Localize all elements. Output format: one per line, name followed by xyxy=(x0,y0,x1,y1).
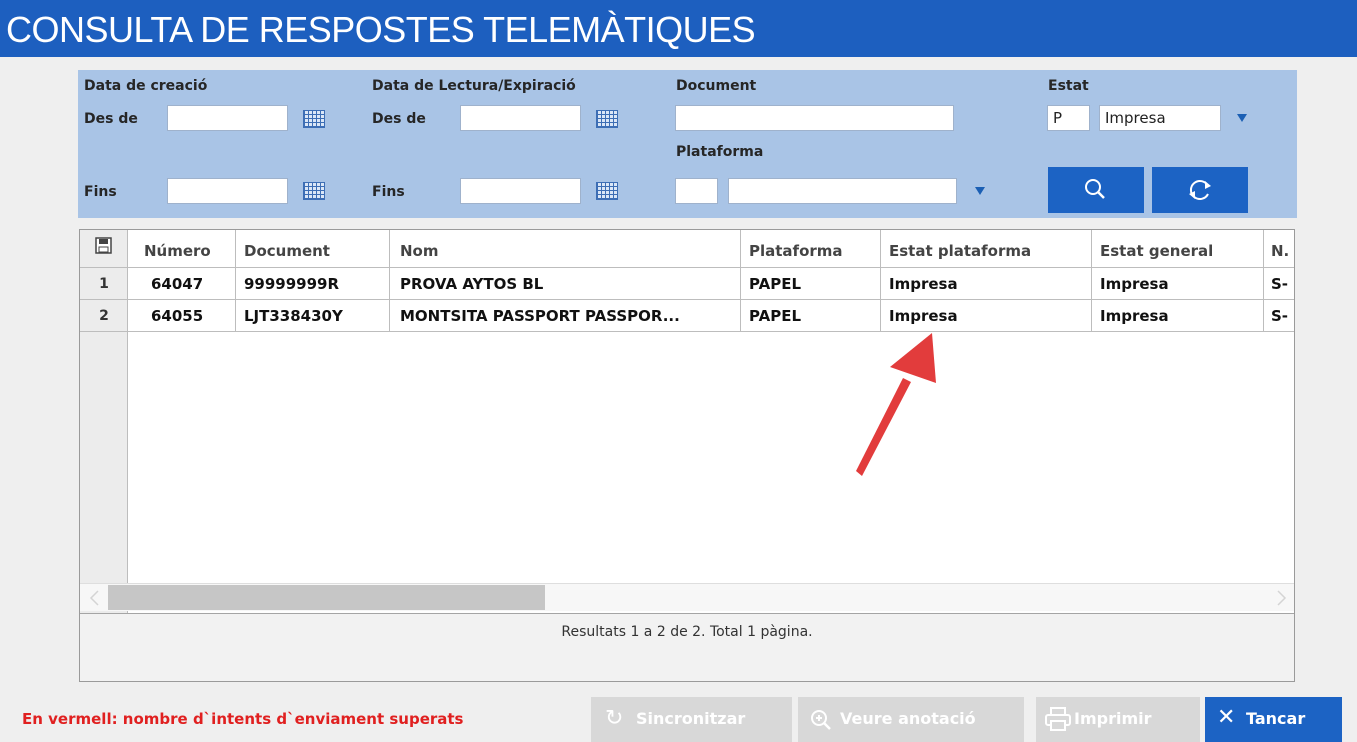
search-button[interactable] xyxy=(1048,167,1144,213)
read-date-label: Data de Lectura/Expiració xyxy=(372,78,576,94)
document-input[interactable] xyxy=(675,105,954,131)
platform-label: Plataforma xyxy=(676,144,764,160)
status-code-input[interactable]: P xyxy=(1047,105,1090,131)
platform-code-input[interactable] xyxy=(675,178,718,204)
read-to-label: Fins xyxy=(372,184,405,200)
platform-select[interactable] xyxy=(728,178,957,204)
cell-estat-general[interactable]: Impresa xyxy=(1100,307,1169,325)
save-icon[interactable] xyxy=(95,237,113,255)
refresh-icon xyxy=(1189,180,1211,200)
cell-numero[interactable]: 64055 xyxy=(151,307,203,325)
sync-label: Sincronitzar xyxy=(636,709,746,728)
view-annotation-label: Veure anotació xyxy=(840,709,976,728)
cell-estat-plataforma[interactable]: Impresa xyxy=(889,307,958,325)
close-icon: ✕ xyxy=(1217,705,1236,730)
header-document[interactable]: Document xyxy=(244,242,330,260)
header-numero[interactable]: Número xyxy=(144,242,211,260)
window-title: CONSULTA DE RESPOSTES TELEMÀTIQUES xyxy=(6,9,756,50)
dropdown-triangle-icon[interactable] xyxy=(1237,114,1247,122)
creation-to-label: Fins xyxy=(84,184,117,200)
cell-n[interactable]: S- xyxy=(1271,307,1288,325)
close-label: Tancar xyxy=(1246,709,1306,728)
status-label: Estat xyxy=(1048,78,1089,94)
read-from-label: Des de xyxy=(372,111,426,127)
sync-button[interactable]: ↻ Sincronitzar xyxy=(591,697,792,742)
dropdown-triangle-icon[interactable] xyxy=(975,187,985,195)
sync-icon: ↻ xyxy=(605,706,624,731)
calendar-icon[interactable] xyxy=(596,182,618,200)
view-annotation-button[interactable]: Veure anotació xyxy=(798,697,1024,742)
cell-plataforma[interactable]: PAPEL xyxy=(749,275,801,293)
cell-document[interactable]: LJT338430Y xyxy=(244,307,343,325)
header-estat-plataforma[interactable]: Estat plataforma xyxy=(889,242,1031,260)
title-bar: CONSULTA DE RESPOSTES TELEMÀTIQUES xyxy=(0,0,1357,57)
cell-plataforma[interactable]: PAPEL xyxy=(749,307,801,325)
pagination-status: Resultats 1 a 2 de 2. Total 1 pàgina. xyxy=(561,624,813,640)
document-label: Document xyxy=(676,78,757,94)
calendar-icon[interactable] xyxy=(303,110,325,128)
cell-numero[interactable]: 64047 xyxy=(151,275,203,293)
search-icon xyxy=(1085,179,1105,199)
status-select[interactable]: Impresa xyxy=(1099,105,1221,131)
header-estat-general[interactable]: Estat general xyxy=(1100,242,1213,260)
scroll-left-icon[interactable] xyxy=(88,589,100,607)
refresh-button[interactable] xyxy=(1152,167,1248,213)
row-number: 2 xyxy=(99,308,109,324)
read-to-input[interactable] xyxy=(460,178,581,204)
cell-n[interactable]: S- xyxy=(1271,275,1288,293)
zoom-icon xyxy=(811,710,831,730)
red-arrow-annotation xyxy=(856,333,936,476)
creation-to-input[interactable] xyxy=(167,178,288,204)
print-label: Imprimir xyxy=(1074,709,1152,728)
header-plataforma[interactable]: Plataforma xyxy=(749,242,843,260)
calendar-icon[interactable] xyxy=(303,182,325,200)
results-grid: Número Document Nom Plataforma Estat pla… xyxy=(79,229,1295,682)
read-from-input[interactable] xyxy=(460,105,581,131)
header-n[interactable]: N. xyxy=(1271,242,1289,260)
creation-from-label: Des de xyxy=(84,111,138,127)
close-button[interactable]: ✕ Tancar xyxy=(1205,697,1342,742)
warning-note: En vermell: nombre d`intents d`enviament… xyxy=(22,710,464,728)
creation-date-label: Data de creació xyxy=(84,78,208,94)
row-number: 1 xyxy=(99,276,109,292)
scroll-right-icon[interactable] xyxy=(1276,589,1288,607)
print-button[interactable]: Imprimir xyxy=(1036,697,1200,742)
scrollbar-thumb[interactable] xyxy=(108,585,545,610)
cell-nom[interactable]: MONTSITA PASSPORT PASSPOR... xyxy=(400,307,680,325)
calendar-icon[interactable] xyxy=(596,110,618,128)
grid-footer: Resultats 1 a 2 de 2. Total 1 pàgina. xyxy=(80,613,1294,681)
creation-from-input[interactable] xyxy=(167,105,288,131)
cell-document[interactable]: 99999999R xyxy=(244,275,339,293)
cell-estat-plataforma[interactable]: Impresa xyxy=(889,275,958,293)
header-nom[interactable]: Nom xyxy=(400,242,439,260)
cell-estat-general[interactable]: Impresa xyxy=(1100,275,1169,293)
cell-nom[interactable]: PROVA AYTOS BL xyxy=(400,275,543,293)
print-icon xyxy=(1045,707,1071,731)
